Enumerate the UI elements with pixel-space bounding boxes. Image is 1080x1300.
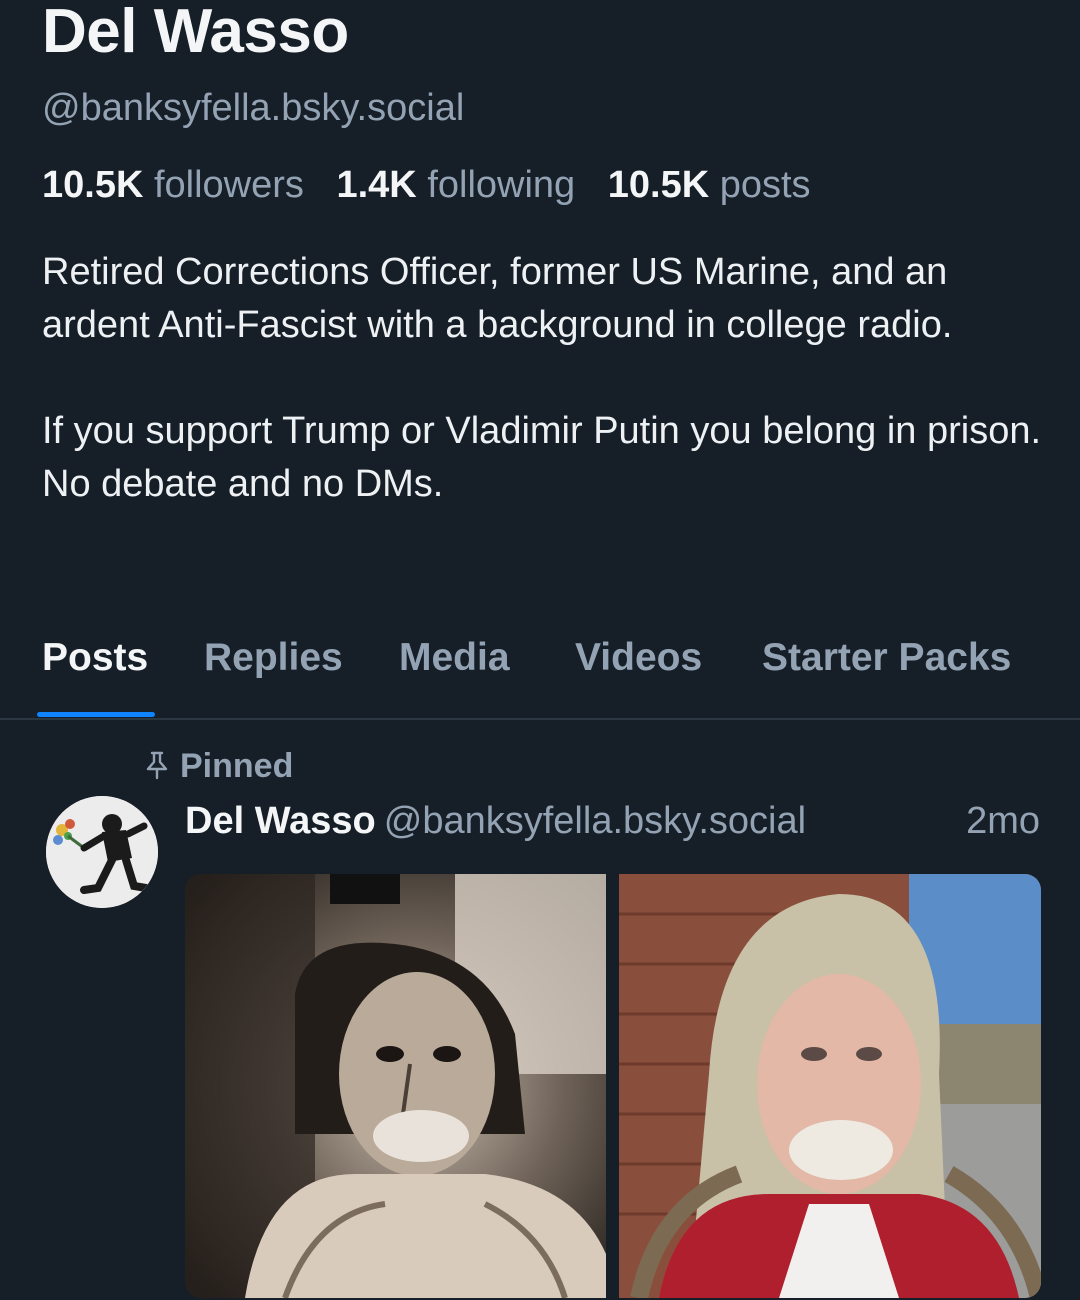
tab-replies[interactable]: Replies: [204, 634, 343, 682]
post-header: Del Wasso @banksyfella.bsky.social 2mo: [185, 797, 1040, 845]
post-author-handle[interactable]: @banksyfella.bsky.social: [384, 800, 806, 842]
following-count: 1.4K: [336, 164, 417, 206]
pinned-indicator: Pinned: [144, 744, 293, 791]
post-image-outdoor-selfie[interactable]: [619, 874, 1041, 1298]
pin-icon: [144, 747, 170, 791]
avatar[interactable]: [46, 796, 158, 908]
followers-count: 10.5K: [42, 164, 144, 206]
bio-paragraph: If you support Trump or Vladimir Putin y…: [42, 410, 1042, 505]
post-timestamp[interactable]: 2mo: [966, 797, 1040, 845]
pinned-label: Pinned: [180, 747, 294, 785]
bio-paragraph: Retired Corrections Officer, former US M…: [42, 251, 953, 346]
followers-stat[interactable]: 10.5K followers: [42, 164, 304, 206]
following-stat[interactable]: 1.4K following: [336, 164, 575, 206]
posts-label: posts: [719, 164, 811, 206]
tab-posts[interactable]: Posts: [42, 634, 148, 682]
tab-videos[interactable]: Videos: [575, 634, 702, 682]
post-image-sepia-selfie[interactable]: [185, 874, 606, 1298]
profile-page: Del Wasso @banksyfella.bsky.social 10.5K…: [0, 0, 1080, 1300]
posts-stat: 10.5K posts: [608, 164, 811, 206]
following-label: following: [427, 164, 576, 206]
post-author-name[interactable]: Del Wasso: [185, 800, 376, 842]
tab-media[interactable]: Media: [399, 634, 510, 682]
active-tab-indicator: [37, 712, 155, 717]
posts-count: 10.5K: [607, 164, 710, 206]
followers-label: followers: [153, 164, 304, 206]
profile-display-name: Del Wasso: [42, 0, 349, 66]
profile-bio: Retired Corrections Officer, former US M…: [42, 246, 1052, 511]
profile-tabs: Posts Replies Media Videos Starter Packs: [0, 620, 1080, 720]
tab-starter-packs[interactable]: Starter Packs: [762, 634, 1011, 682]
profile-stats: 10.5K followers 1.4K following 10.5K pos…: [42, 160, 833, 210]
profile-handle: @banksyfella.bsky.social: [42, 87, 465, 129]
